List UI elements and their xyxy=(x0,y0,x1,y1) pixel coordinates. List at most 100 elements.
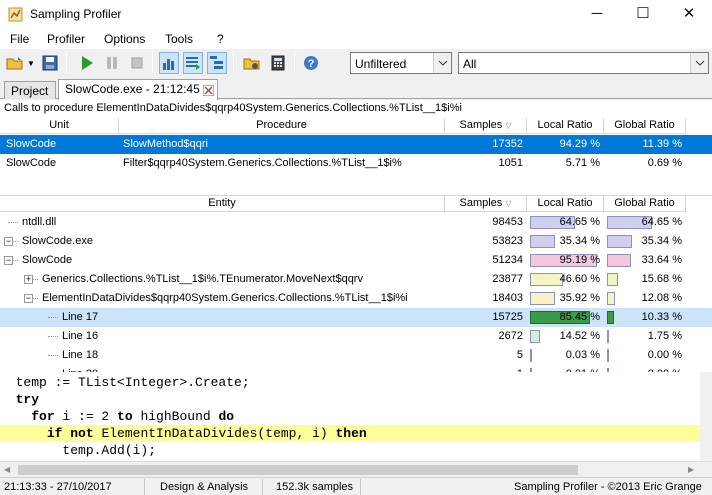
entity-name: SlowCode xyxy=(22,254,73,266)
tree-row[interactable]: Line 18 5 0.03 % 0.00 % xyxy=(0,346,712,365)
cell-local-ratio: 94.29 % xyxy=(559,138,600,150)
scroll-right-icon[interactable]: ▶ xyxy=(688,465,694,474)
open-dropdown-button[interactable]: ▼ xyxy=(25,52,37,74)
table-row[interactable]: SlowCode SlowMethod$qqri 17352 94.29 % 11.39… xyxy=(0,135,712,154)
close-tab-icon[interactable] xyxy=(203,85,214,96)
pause-icon xyxy=(107,57,117,69)
tree-guide xyxy=(48,317,58,318)
entity-name: ntdll.dll xyxy=(22,216,57,228)
tab-session-label: SlowCode.exe - 21:12:45 xyxy=(65,82,200,96)
tree-row[interactable]: + Generics.Collections.%TList__1$i%.TEnum… xyxy=(0,270,712,289)
column-header-procedure[interactable]: Procedure xyxy=(119,118,445,134)
horizontal-scrollbar[interactable]: ◀ ▶ xyxy=(0,461,712,477)
save-button[interactable] xyxy=(40,52,60,74)
chart-view-button[interactable] xyxy=(159,52,179,74)
cell-global-ratio: 35.34 % xyxy=(641,235,682,247)
help-button[interactable]: ? xyxy=(301,52,321,74)
start-button[interactable] xyxy=(77,52,97,74)
menu-file[interactable]: File xyxy=(10,32,29,46)
entity-name: SlowCode.exe xyxy=(22,235,93,247)
save-icon xyxy=(42,55,58,71)
maximize-button[interactable]: ☐ xyxy=(620,0,666,29)
column-header-samples-label: Samples xyxy=(459,197,503,209)
tab-project-label: Project xyxy=(11,84,49,98)
menu-options[interactable]: Options xyxy=(104,32,145,46)
cell-local-ratio: 35.34 % xyxy=(559,235,600,247)
filter-combo[interactable]: Unfiltered xyxy=(350,52,452,74)
menu-help[interactable]: ? xyxy=(217,32,224,46)
column-header-unit[interactable]: Unit xyxy=(0,118,119,134)
scope-combo[interactable]: All xyxy=(458,52,709,74)
cell-global-ratio: 12.08 % xyxy=(641,292,682,304)
cell-global-ratio: 0.69 % xyxy=(647,157,682,169)
stop-button[interactable] xyxy=(127,52,147,74)
tree-row[interactable]: Line 16 2672 14.52 % 1.75 % xyxy=(0,327,712,346)
tree-guide xyxy=(48,336,58,337)
column-header-entity[interactable]: Entity xyxy=(0,196,445,212)
tree-row[interactable]: Line 17 15725 85.45 % 10.33 % xyxy=(0,308,712,327)
tree-view-button[interactable] xyxy=(207,52,227,74)
chevron-down-icon[interactable] xyxy=(433,53,451,73)
entity-name: ElementInDataDivides$qqrp40System.Generi… xyxy=(42,292,408,304)
status-about: Sampling Profiler - ©2013 Eric Grange xyxy=(514,481,702,493)
tab-project[interactable]: Project xyxy=(4,81,56,99)
play-icon xyxy=(82,56,93,70)
chevron-down-icon[interactable] xyxy=(690,53,708,73)
folder-open-icon xyxy=(6,57,23,70)
cell-samples: 5 xyxy=(516,349,523,361)
cell-global-ratio: 33.64 % xyxy=(641,254,682,266)
svg-text:?: ? xyxy=(308,58,315,70)
attach-button[interactable] xyxy=(242,52,262,74)
tree-expander-icon[interactable]: − xyxy=(4,256,13,265)
cell-unit: SlowCode xyxy=(6,138,57,150)
help-icon: ? xyxy=(304,56,318,70)
scrollbar-thumb[interactable] xyxy=(18,465,578,475)
code-line: if not ElementInDataDivides(temp, i) the… xyxy=(0,425,700,442)
filter-combo-value: Unfiltered xyxy=(355,57,407,71)
column-header-global-ratio[interactable]: Global Ratio xyxy=(604,196,686,212)
column-header-global-ratio[interactable]: Global Ratio xyxy=(604,118,686,134)
cell-local-ratio: 95.19 % xyxy=(559,254,600,266)
menu-profiler[interactable]: Profiler xyxy=(47,32,85,46)
close-button[interactable]: ✕ xyxy=(666,0,712,29)
source-code-view[interactable]: temp := TList<Integer>.Create; try for i… xyxy=(0,372,700,461)
column-header-samples[interactable]: Samples ▽ xyxy=(445,118,527,134)
cell-local-ratio: 64.65 % xyxy=(559,216,600,228)
column-header-local-ratio[interactable]: Local Ratio xyxy=(527,118,604,134)
status-samples: 152.3k samples xyxy=(276,481,354,493)
vertical-scrollbar[interactable] xyxy=(700,372,712,461)
tree-expander-icon[interactable]: − xyxy=(24,294,33,303)
cell-local-ratio: 5.71 % xyxy=(565,157,600,169)
pause-button[interactable] xyxy=(102,52,122,74)
tree-row[interactable]: ntdll.dll 98453 64.65 % 64.65 % xyxy=(0,213,712,232)
tree-expander-icon[interactable]: + xyxy=(24,275,33,284)
scope-combo-value: All xyxy=(463,57,477,71)
tree-expander-icon[interactable]: − xyxy=(4,237,13,246)
tree-row[interactable]: − ElementInDataDivides$qqrp40System.Gener… xyxy=(0,289,712,308)
entity-name: Line 16 xyxy=(62,330,99,342)
cell-local-ratio: 35.92 % xyxy=(559,292,600,304)
table-row[interactable]: SlowCode Filter$qqrp40System.Generics.Col… xyxy=(0,154,712,173)
list-view-button[interactable] xyxy=(183,52,203,74)
entity-name: Generics.Collections.%TList__1$i%.TEnume… xyxy=(42,273,363,285)
calls-line: Calls to procedure ElementInDataDivides$… xyxy=(0,100,712,118)
procedure-table: Unit Procedure Samples ▽ Local Ratio Glo… xyxy=(0,118,712,195)
sort-arrow-icon: ▽ xyxy=(505,121,512,130)
calculator-button[interactable] xyxy=(268,52,288,74)
status-mode: Design & Analysis xyxy=(160,481,249,493)
folder-gear-icon xyxy=(243,58,260,70)
tree-row[interactable]: − SlowCode.exe 53823 35.34 % 35.34 % xyxy=(0,232,712,251)
cell-local-ratio: 46.60 % xyxy=(559,273,600,285)
calculator-icon xyxy=(271,55,285,71)
entity-name: Line 17 xyxy=(62,311,99,323)
cell-samples: 2672 xyxy=(498,330,523,342)
minimize-button[interactable]: ─ xyxy=(574,0,620,29)
column-header-samples[interactable]: Samples ▽ xyxy=(445,196,527,212)
title-bar: Sampling Profiler ─ ☐ ✕ xyxy=(0,0,712,29)
open-button[interactable] xyxy=(5,52,25,74)
column-header-local-ratio[interactable]: Local Ratio xyxy=(527,196,604,212)
menu-tools[interactable]: Tools xyxy=(165,32,193,46)
tab-session[interactable]: SlowCode.exe - 21:12:45 xyxy=(58,79,218,100)
scroll-left-icon[interactable]: ◀ xyxy=(4,465,10,474)
tree-row[interactable]: − SlowCode 51234 95.19 % 33.64 % xyxy=(0,251,712,270)
